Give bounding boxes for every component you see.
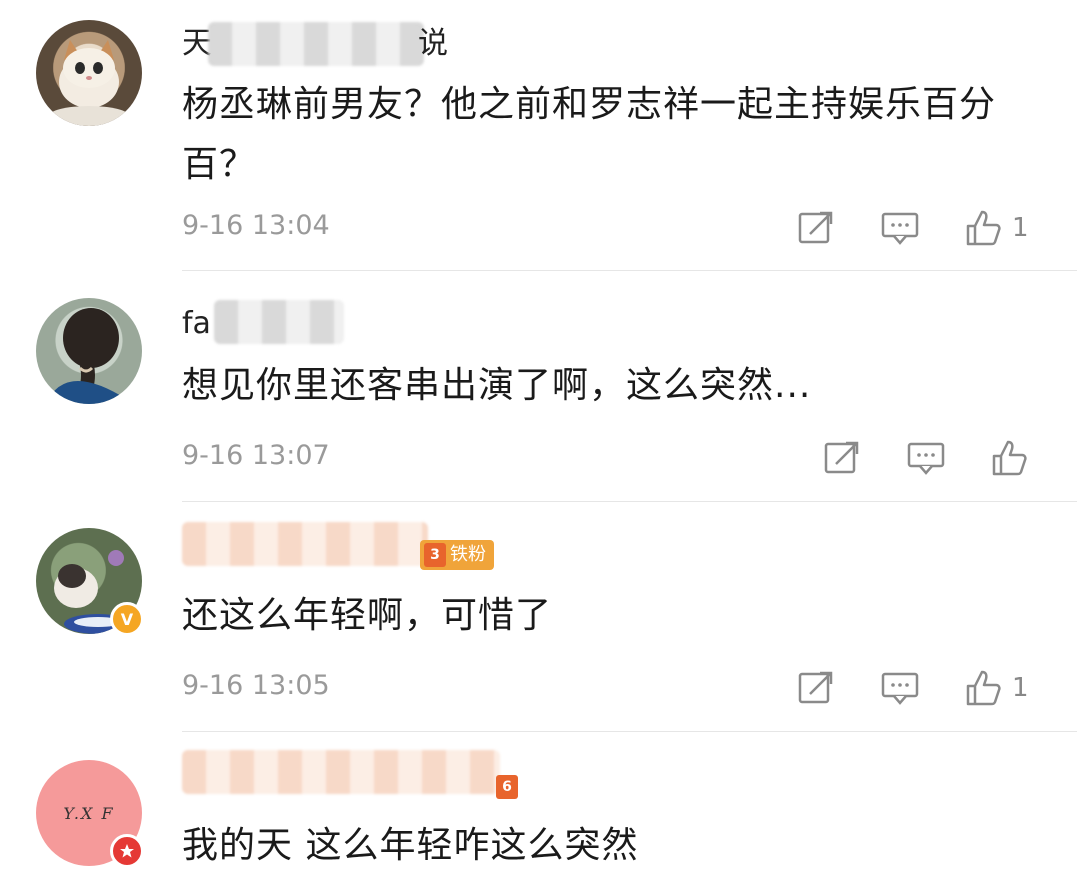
- reply-button[interactable]: [906, 438, 946, 478]
- username-mask: [182, 750, 500, 794]
- comment-text: 杨丞琳前男友？他之前和罗志祥一起主持娱乐百分百？: [182, 84, 997, 185]
- repost-button[interactable]: [796, 668, 836, 708]
- like-button[interactable]: 1: [964, 208, 1029, 248]
- verified-badge: V: [110, 602, 144, 636]
- avatar-initials: Y.X F: [63, 803, 115, 823]
- username-end-text: 说: [418, 26, 448, 61]
- fan-badge-label: 铁粉: [450, 544, 486, 565]
- comment-text: 我的天 这么年轻咋这么突然: [182, 825, 639, 866]
- fan-level-icon: 6: [496, 775, 518, 799]
- divider: [182, 270, 1077, 271]
- like-count: 1: [1012, 213, 1029, 243]
- person-icon: [46, 308, 134, 404]
- comment-item: Y.X F 6 我的天 这么年轻咋这么突然: [0, 732, 1077, 891]
- comment-icon: [881, 212, 919, 245]
- reply-button[interactable]: [880, 668, 920, 708]
- like-button[interactable]: [990, 438, 1038, 478]
- reply-button[interactable]: [880, 208, 920, 248]
- comment-item: V 3 铁粉 还这么年轻啊，可惜了 9-16 13:05 1: [0, 502, 1077, 732]
- comment-time: 9-16 13:04: [182, 210, 330, 241]
- verified-badge-text: V: [120, 609, 134, 629]
- repost-button[interactable]: [822, 438, 862, 478]
- username-end: 说: [418, 24, 448, 64]
- fan-badge[interactable]: 3 铁粉: [420, 540, 494, 570]
- username-mask: [208, 22, 424, 66]
- thumbs-up-icon: [992, 440, 1027, 476]
- username-text: fa: [182, 306, 211, 341]
- fan-level-icon: 3: [424, 543, 446, 567]
- like-button[interactable]: 1: [964, 668, 1029, 708]
- thumbs-up-icon: [966, 210, 1001, 246]
- comment-text: 想见你里还客串出演了啊，这么突然...: [182, 365, 812, 406]
- comment-time: 9-16 13:05: [182, 670, 330, 701]
- avatar[interactable]: [36, 298, 142, 404]
- comment-icon: [881, 672, 919, 705]
- comment-actions: [822, 436, 1038, 480]
- comment-item: fa 想见你里还客串出演了啊，这么突然... 9-16 13:07: [0, 272, 1077, 502]
- repost-icon: [798, 211, 833, 244]
- cat-icon: [49, 40, 129, 126]
- thumbs-up-icon: [966, 670, 1001, 706]
- username-mask: [182, 522, 428, 566]
- comment-actions: 1: [796, 206, 1029, 250]
- avatar[interactable]: [36, 20, 142, 126]
- like-count: 1: [1012, 673, 1029, 703]
- repost-icon: [798, 671, 833, 704]
- username-mask: [214, 300, 344, 344]
- comment-actions: 1: [796, 666, 1029, 710]
- comment-text: 还这么年轻啊，可惜了: [182, 595, 553, 636]
- repost-icon: [824, 441, 859, 474]
- comment-time: 9-16 13:07: [182, 440, 330, 471]
- comment-icon: [907, 442, 945, 475]
- fan-level-badge[interactable]: 6: [494, 772, 524, 802]
- star-icon: [120, 844, 134, 858]
- repost-button[interactable]: [796, 208, 836, 248]
- star-badge: [110, 834, 144, 868]
- comment-item: 天 说 杨丞琳前男友？他之前和罗志祥一起主持娱乐百分百？ 9-16 13:04 …: [0, 0, 1077, 272]
- username[interactable]: fa: [182, 304, 211, 344]
